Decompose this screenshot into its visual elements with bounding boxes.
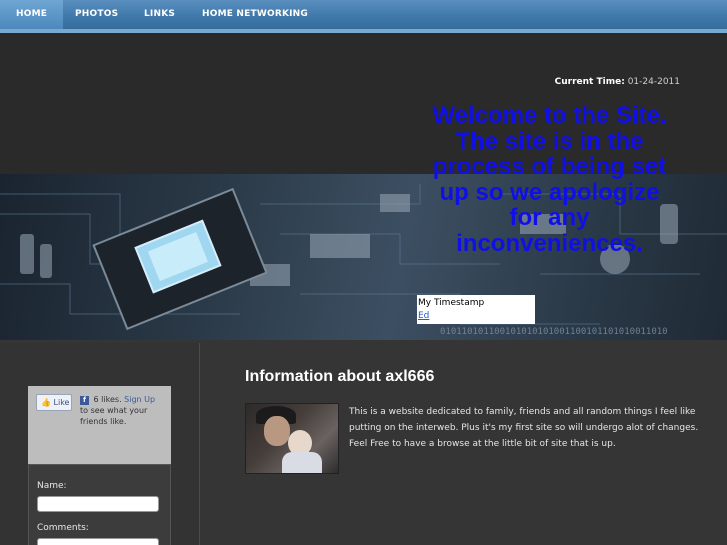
page-title: Information about axl666 <box>245 368 435 385</box>
comments-field[interactable] <box>37 538 159 545</box>
name-label: Name: <box>37 481 67 491</box>
nav-home-networking[interactable]: HOME NETWORKING <box>202 0 308 29</box>
likes-count: 6 likes. <box>93 395 122 404</box>
svg-text:010110101100101010101001100101: 0101101011001010101010011001011010100110… <box>440 327 668 337</box>
photo-adult-face <box>264 416 290 446</box>
likes-suffix: to see what your friends like. <box>80 406 148 426</box>
welcome-message: Welcome to the Site. The site is in the … <box>432 102 667 257</box>
facebook-like-text: f 6 likes. Sign Up to see what your frie… <box>80 394 165 427</box>
site-description: This is a website dedicated to family, f… <box>349 404 709 452</box>
top-nav: HOME PHOTOS LINKS HOME NETWORKING <box>0 0 727 29</box>
sidebar: 👍 Like f 6 likes. Sign Up to see what yo… <box>0 343 200 545</box>
nav-links[interactable]: LINKS <box>144 0 175 29</box>
description-paragraph-1: This is a website dedicated to family, f… <box>349 407 699 433</box>
description-paragraph-2: Feel Free to have a browse at the little… <box>349 439 616 449</box>
like-label: Like <box>53 398 70 407</box>
comments-label: Comments: <box>37 523 89 533</box>
facebook-icon: f <box>80 396 89 405</box>
header: Current Time: 01-24-2011 010110101100101… <box>0 33 727 340</box>
current-time: Current Time: 01-24-2011 <box>555 77 680 87</box>
comment-form: Name: Comments: <box>28 464 171 545</box>
page: HOME PHOTOS LINKS HOME NETWORKING Curren… <box>0 0 727 545</box>
thumbs-up-icon: 👍 <box>41 398 51 407</box>
signup-link[interactable]: Sign Up <box>124 395 155 404</box>
current-time-value: 01-24-2011 <box>627 77 680 87</box>
nav-photos[interactable]: PHOTOS <box>75 0 118 29</box>
profile-photo <box>245 403 339 474</box>
current-time-label: Current Time: <box>554 77 625 87</box>
facebook-like-button[interactable]: 👍 Like <box>36 394 72 411</box>
timestamp-widget: My Timestamp Ed <box>417 295 535 324</box>
nav-home[interactable]: HOME <box>0 0 64 29</box>
timestamp-title: My Timestamp <box>418 298 485 308</box>
timestamp-link[interactable]: Ed <box>418 310 534 323</box>
facebook-like-box: 👍 Like f 6 likes. Sign Up to see what yo… <box>28 386 171 464</box>
content-area: 👍 Like f 6 likes. Sign Up to see what yo… <box>0 340 727 545</box>
photo-baby-body <box>282 452 322 473</box>
name-field[interactable] <box>37 496 159 512</box>
